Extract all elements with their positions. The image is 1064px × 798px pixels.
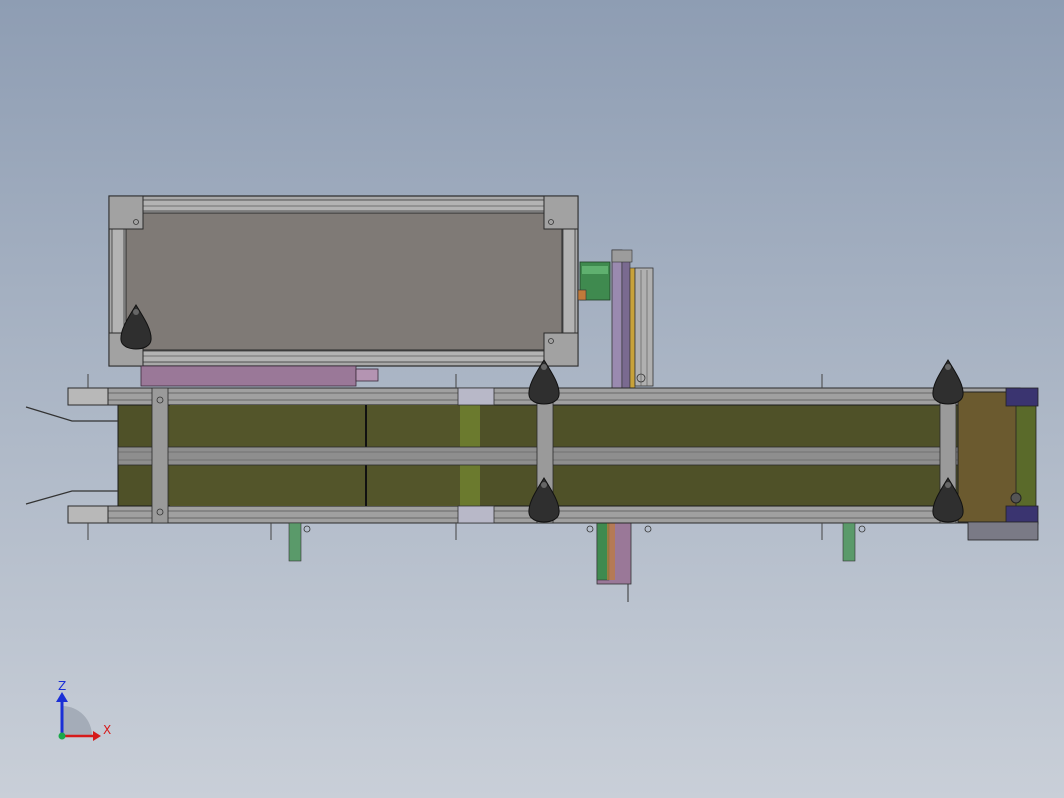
box-corner-br — [543, 332, 579, 367]
clamp-knob-1[interactable] — [528, 359, 560, 405]
box-panel — [125, 212, 563, 351]
orientation-triad: Z X — [56, 679, 111, 741]
cross-member-left — [151, 387, 169, 524]
box-rail-right — [562, 228, 576, 335]
drive-motor — [957, 391, 1019, 523]
lift-bracket-orange — [577, 289, 587, 301]
cable-upper — [25, 406, 118, 422]
lift-post-yellow — [629, 267, 636, 389]
lift-post-2 — [621, 254, 631, 389]
cable-lower — [25, 490, 118, 505]
box-rail-top — [142, 199, 547, 212]
storage-box[interactable] — [108, 195, 579, 387]
box-rail-left — [111, 228, 125, 335]
support-bracket-2 — [842, 522, 856, 562]
cylinder-body — [140, 365, 357, 387]
support-bracket-1 — [288, 522, 302, 562]
cad-viewport[interactable]: Z X — [0, 0, 1064, 798]
cylinder-rod — [355, 368, 379, 382]
motor-cap-bottom — [1005, 505, 1039, 525]
motor-cap-top — [1005, 387, 1039, 407]
triad-label-x: X — [103, 723, 111, 737]
triad-plane — [62, 706, 92, 736]
box-rail-bottom — [142, 350, 547, 363]
clamp-knob-2[interactable] — [932, 359, 964, 405]
lift-post-1 — [611, 249, 623, 391]
triad-y-axis — [58, 732, 66, 740]
triad-label-z: Z — [58, 679, 66, 693]
lift-post-3 — [634, 267, 654, 387]
